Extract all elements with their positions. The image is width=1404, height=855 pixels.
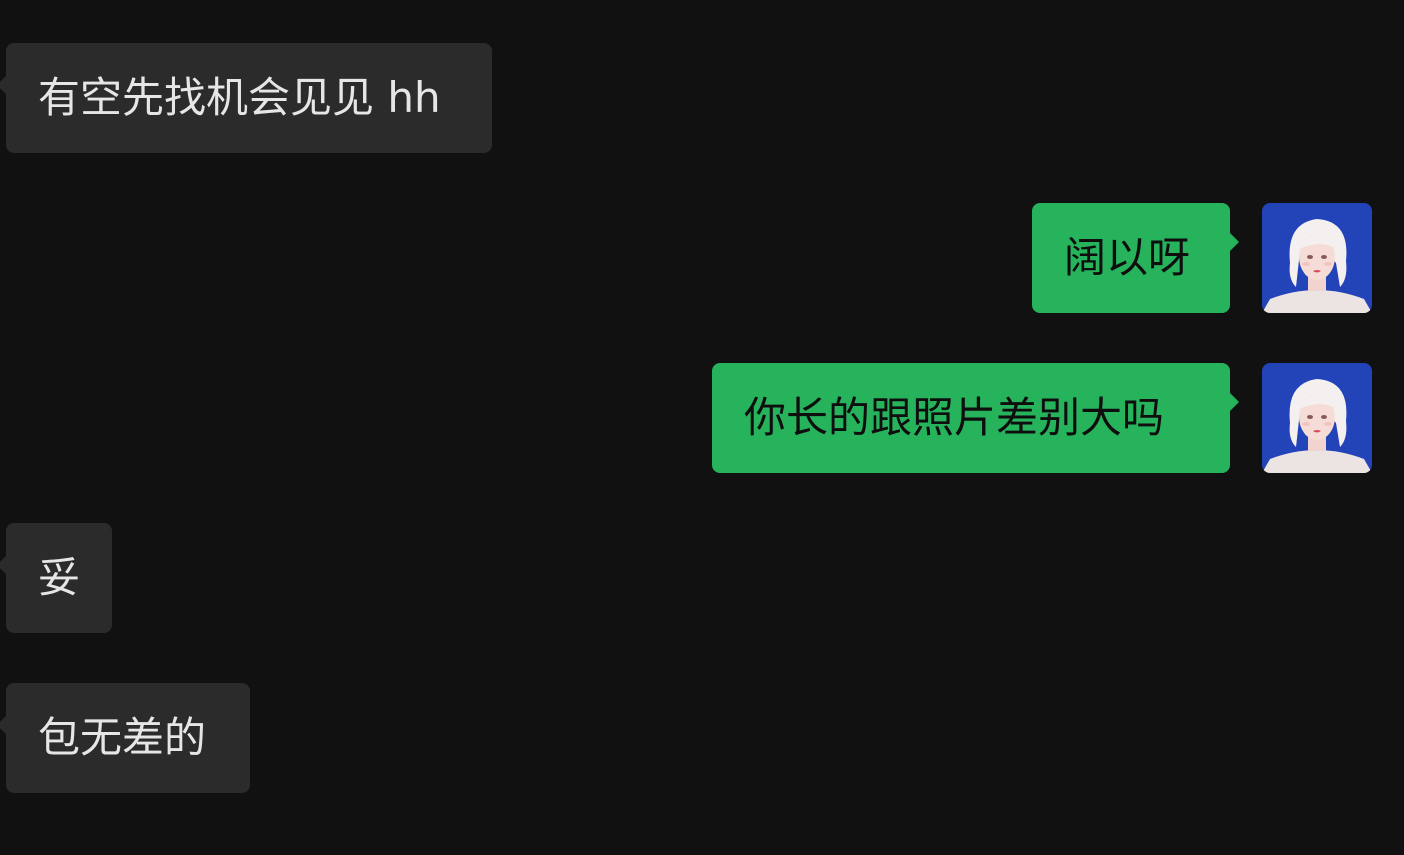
avatar-portrait-icon <box>1262 363 1372 473</box>
bubble-tail <box>0 716 6 734</box>
message-row-incoming: 有空先找机会见见 hh <box>0 43 1404 153</box>
incoming-message-bubble[interactable]: 包无差的 <box>0 683 250 793</box>
bubble-tail <box>1230 393 1239 411</box>
message-row-incoming: 妥 <box>0 523 1404 633</box>
bubble-tail <box>1230 233 1239 251</box>
avatar-portrait-icon <box>1262 203 1372 313</box>
user-avatar-illustration-icon[interactable] <box>1262 363 1372 473</box>
user-avatar-illustration-icon[interactable] <box>1262 203 1372 313</box>
bubble-tail <box>0 556 6 574</box>
message-text: 你长的跟照片差别大吗 <box>744 393 1165 442</box>
message-text: 包无差的 <box>38 713 207 762</box>
message-text: 阔以呀 <box>1064 233 1191 282</box>
outgoing-message-bubble[interactable]: 阔以呀 <box>1032 203 1239 313</box>
message-row-incoming: 包无差的 <box>0 683 1404 793</box>
message-text: 妥 <box>38 553 81 602</box>
chat-message-list[interactable]: 有空先找机会见见 hh 阔以呀 你长的跟照片差别大吗 妥 包无差的 <box>0 0 1404 855</box>
outgoing-message-bubble[interactable]: 你长的跟照片差别大吗 <box>712 363 1239 473</box>
message-text: 有空先找机会见见 hh <box>38 73 441 122</box>
incoming-message-bubble[interactable]: 妥 <box>0 523 112 633</box>
incoming-message-bubble[interactable]: 有空先找机会见见 hh <box>0 43 492 153</box>
message-row-outgoing: 阔以呀 <box>0 203 1404 313</box>
bubble-tail <box>0 76 6 94</box>
message-row-outgoing: 你长的跟照片差别大吗 <box>0 363 1404 473</box>
